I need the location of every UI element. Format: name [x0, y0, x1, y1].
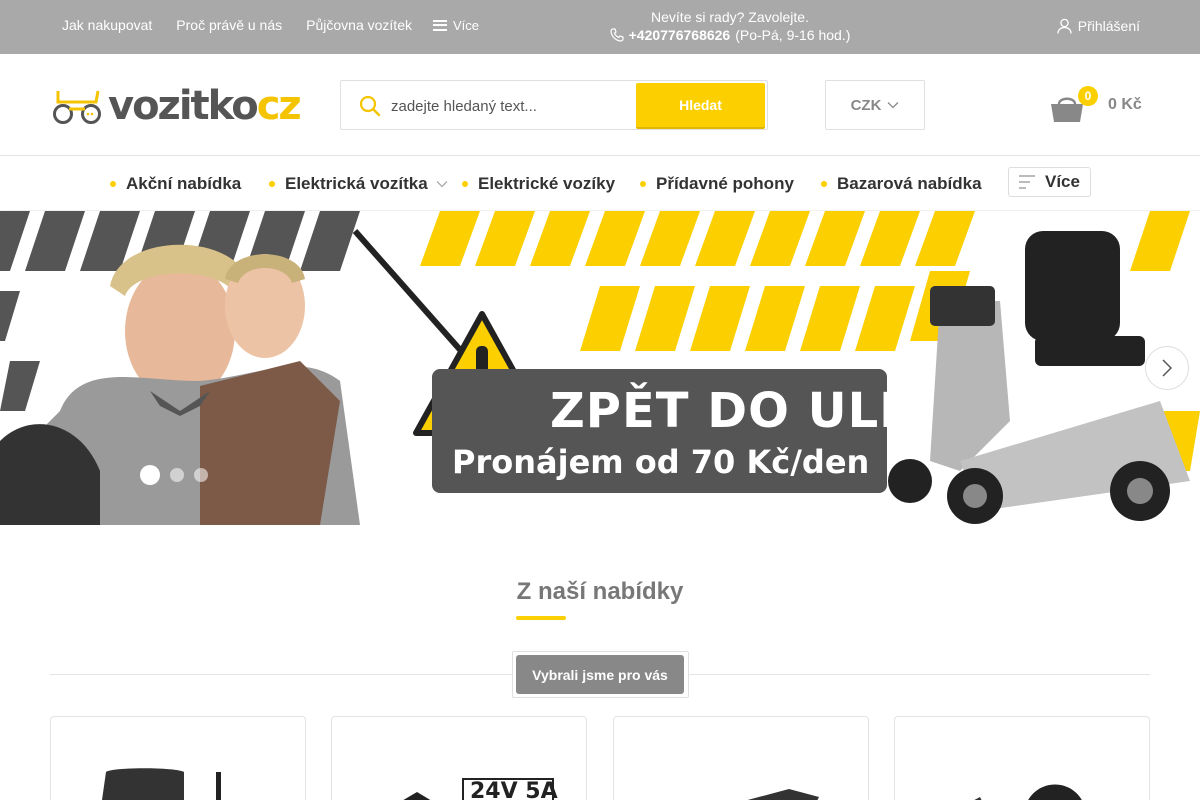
- banner-subline: Pronájem od 70 Kč/den: [452, 443, 870, 481]
- top-more-label: Více: [452, 17, 479, 33]
- banner-slogan: ZPĚT DO ULIC Pronájem od 70 Kč/den: [432, 369, 933, 493]
- logo[interactable]: vozitkocz: [52, 83, 302, 129]
- nav-more-label: Více: [1045, 172, 1080, 191]
- nav-item-label: Bazarová nabídka: [837, 174, 982, 193]
- banner-headline: ZPĚT DO ULIC: [550, 383, 935, 439]
- product-image: [974, 784, 1082, 800]
- product-image: [102, 768, 221, 800]
- nav-item-label: Akční nabídka: [126, 174, 242, 193]
- nav-item-elektricke-voziky[interactable]: Elektrické vozíky: [462, 174, 615, 194]
- bullet-icon: [269, 181, 275, 187]
- cart[interactable]: 0 0 Kč: [1050, 86, 1150, 126]
- cart-count-badge: 0: [1078, 86, 1098, 106]
- nav-more-button[interactable]: Více: [1008, 167, 1091, 197]
- slider-dots: [140, 465, 208, 485]
- offers-tabs: Vybrali jsme pro vás: [512, 651, 689, 698]
- bullet-icon: [462, 181, 468, 187]
- bullet-icon: [821, 181, 827, 187]
- nav-item-bazarova-nabidka[interactable]: Bazarová nabídka: [821, 174, 982, 194]
- slider-next-button[interactable]: [1145, 346, 1189, 390]
- nav-item-label: Elektrická vozítka: [285, 174, 428, 193]
- nav-item-label: Elektrické vozíky: [478, 174, 616, 193]
- bullet-icon: [110, 181, 116, 187]
- user-icon: [1057, 18, 1072, 34]
- tab-vybrali-jsme-pro-vas[interactable]: Vybrali jsme pro vás: [516, 655, 684, 694]
- nav-item-label: Přídavné pohony: [656, 174, 794, 193]
- contact-info: Nevíte si rady? Zavolejte. +420776768626…: [600, 8, 860, 44]
- chevron-down-icon: [887, 102, 899, 109]
- nav-item-elektricka-vozitka[interactable]: Elektrická vozítka: [269, 174, 448, 194]
- top-links: Jak nakupovat Proč právě u nás Půjčovna …: [62, 17, 479, 33]
- top-bar: Jak nakupovat Proč právě u nás Půjčovna …: [0, 0, 1200, 54]
- currency-select[interactable]: CZK: [825, 80, 925, 130]
- contact-text: Nevíte si rady? Zavolejte.: [651, 9, 809, 25]
- top-link-rental[interactable]: Půjčovna vozítek: [306, 17, 412, 33]
- login-link[interactable]: Přihlášení: [1057, 18, 1140, 34]
- search-input[interactable]: [391, 93, 631, 119]
- top-link-why-us[interactable]: Proč právě u nás: [176, 17, 282, 33]
- phone-line: +420776768626 (Po-Pá, 9-16 hod.): [600, 26, 860, 44]
- chevron-right-icon: [1162, 359, 1172, 377]
- product-card[interactable]: [50, 716, 306, 800]
- product-image: [747, 789, 819, 800]
- phone-number[interactable]: +420776768626: [629, 26, 731, 44]
- header: vozitkocz Hledat CZK 0 0 Kč: [0, 54, 1200, 156]
- product-card[interactable]: 24V 5A: [331, 716, 587, 800]
- bullet-icon: [640, 181, 646, 187]
- search-box: Hledat: [340, 80, 768, 130]
- phone-icon: [610, 28, 624, 42]
- slider-dot-3[interactable]: [194, 468, 208, 482]
- search-icon: [359, 95, 381, 117]
- product-card[interactable]: [894, 716, 1150, 800]
- hero-banner[interactable]: ZPĚT DO ULIC Pronájem od 70 Kč/den: [0, 211, 1200, 525]
- slider-dot-1[interactable]: [140, 465, 160, 485]
- section-title: Z naší nabídky: [516, 578, 684, 605]
- nav-item-akcni-nabidka[interactable]: Akční nabídka: [110, 174, 241, 194]
- menu-lines-icon: [1019, 175, 1035, 189]
- logo-text: vozitkocz: [108, 83, 302, 129]
- phone-hours: (Po-Pá, 9-16 hod.): [735, 27, 851, 43]
- cart-total: 0 Kč: [1108, 96, 1142, 113]
- product-label: 24V 5A: [470, 779, 558, 800]
- search-button[interactable]: Hledat: [636, 83, 765, 127]
- main-nav: Akční nabídka Elektrická vozítka Elektri…: [0, 156, 1200, 210]
- top-link-how-to-buy[interactable]: Jak nakupovat: [62, 17, 152, 33]
- slider-dot-2[interactable]: [170, 468, 184, 482]
- scooter-logo-icon: [53, 90, 101, 124]
- title-underline: [516, 616, 566, 620]
- product-card[interactable]: [613, 716, 869, 800]
- top-more-menu[interactable]: Více: [432, 17, 479, 33]
- chevron-down-icon: [436, 181, 448, 188]
- hamburger-icon: [432, 19, 447, 31]
- login-label: Přihlášení: [1077, 18, 1140, 34]
- currency-value: CZK: [850, 96, 882, 114]
- nav-item-pridavne-pohony[interactable]: Přídavné pohony: [640, 174, 794, 194]
